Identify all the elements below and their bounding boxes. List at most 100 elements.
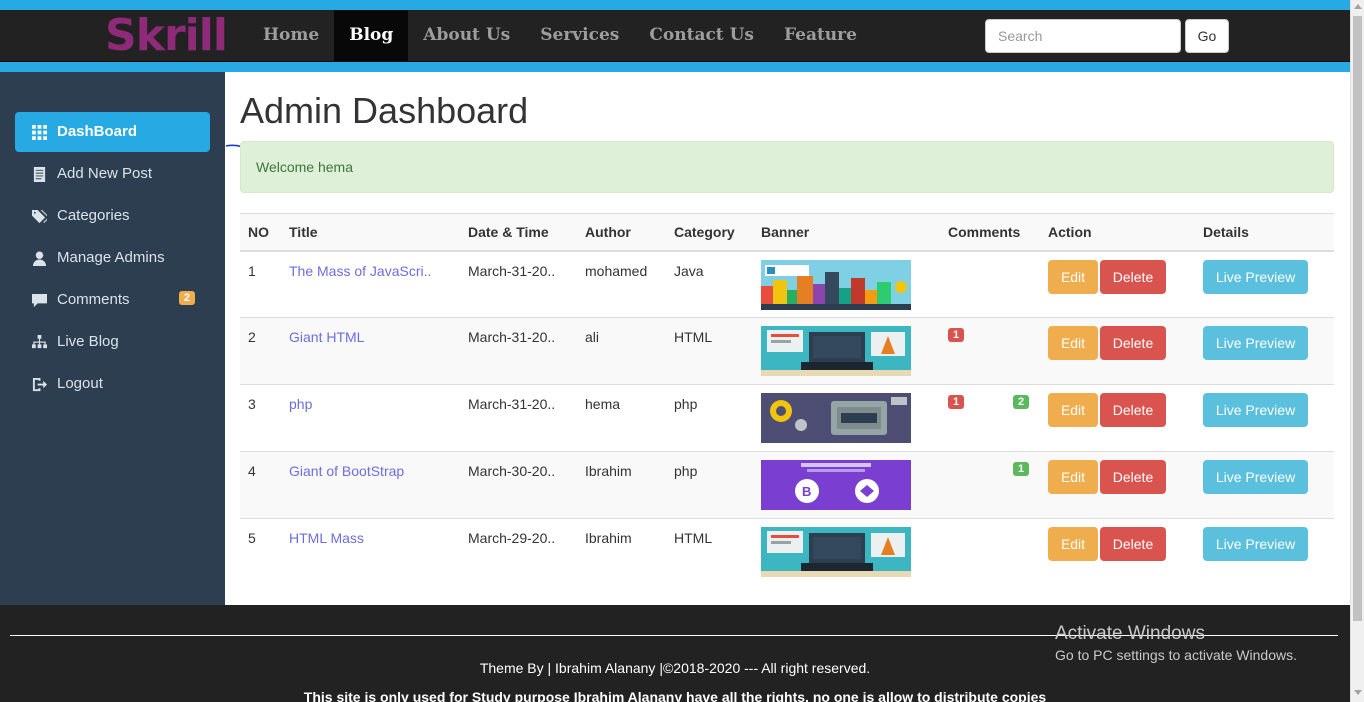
live-preview-button[interactable]: Live Preview bbox=[1203, 326, 1308, 360]
approved-comments-badge: 1 bbox=[1013, 462, 1030, 476]
sidebar-item-label: Live Blog bbox=[57, 333, 119, 350]
sidebar-item-label: Manage Admins bbox=[57, 249, 165, 266]
sidebar-item-label: Categories bbox=[57, 207, 130, 224]
comments-cell: 1 2 bbox=[940, 384, 1040, 452]
welcome-alert: Welcome hema bbox=[240, 141, 1334, 193]
nav-about-us[interactable]: About Us bbox=[408, 10, 525, 62]
column-header: Comments bbox=[940, 213, 1040, 252]
scrollbar-thumb[interactable] bbox=[1353, 16, 1362, 621]
column-header: Date & Time bbox=[460, 213, 577, 252]
post-title-cell: Giant of BootStrap bbox=[281, 451, 460, 519]
column-header: Category bbox=[666, 213, 753, 252]
live-preview-button[interactable]: Live Preview bbox=[1203, 393, 1308, 427]
action-cell: Edit Delete bbox=[1040, 451, 1195, 519]
activate-windows-watermark: Activate Windows Go to PC settings to ac… bbox=[1055, 623, 1297, 663]
edit-button[interactable]: Edit bbox=[1048, 393, 1098, 427]
delete-button[interactable]: Delete bbox=[1100, 326, 1166, 360]
edit-button[interactable]: Edit bbox=[1048, 527, 1098, 561]
scroll-up-arrow-icon[interactable] bbox=[1354, 4, 1362, 9]
sidebar-item-manage-admins[interactable]: Manage Admins bbox=[15, 238, 210, 278]
nav-services[interactable]: Services bbox=[525, 10, 634, 62]
document-icon bbox=[29, 166, 49, 182]
action-cell: Edit Delete bbox=[1040, 317, 1195, 385]
post-date: March-31-20.. bbox=[460, 317, 577, 385]
sidebar-item-logout[interactable]: Logout bbox=[15, 364, 210, 404]
search-input[interactable] bbox=[985, 19, 1181, 53]
scroll-down-arrow-icon[interactable] bbox=[1354, 690, 1362, 695]
live-preview-button[interactable]: Live Preview bbox=[1203, 259, 1308, 294]
post-title-link[interactable]: Giant HTML bbox=[289, 329, 364, 345]
live-preview-button[interactable]: Live Preview bbox=[1203, 527, 1308, 561]
sidebar-item-categories[interactable]: Categories bbox=[15, 196, 210, 236]
delete-button[interactable]: Delete bbox=[1100, 259, 1166, 294]
post-title-link[interactable]: Giant of BootStrap bbox=[289, 463, 404, 479]
post-date: March-30-20.. bbox=[460, 451, 577, 519]
watermark-subtitle: Go to PC settings to activate Windows. bbox=[1055, 647, 1297, 663]
sidebar-item-label: Comments bbox=[57, 291, 130, 308]
php-banner-image bbox=[761, 393, 911, 443]
edit-button[interactable]: Edit bbox=[1048, 326, 1098, 360]
details-cell: Live Preview bbox=[1195, 451, 1334, 519]
post-author: hema bbox=[577, 384, 666, 452]
delete-button[interactable]: Delete bbox=[1100, 527, 1166, 561]
delete-button[interactable]: Delete bbox=[1100, 460, 1166, 494]
details-cell: Live Preview bbox=[1195, 250, 1334, 318]
sitemap-icon bbox=[29, 334, 49, 350]
nav-feature[interactable]: Feature bbox=[769, 10, 872, 62]
comments-cell bbox=[940, 250, 1040, 318]
post-date: March-31-20.. bbox=[460, 250, 577, 318]
sidebar-item-live-blog[interactable]: Live Blog bbox=[15, 322, 210, 362]
post-title-cell: HTML Mass bbox=[281, 518, 460, 586]
row-number: 4 bbox=[240, 451, 281, 519]
action-cell: Edit Delete bbox=[1040, 250, 1195, 318]
post-category: HTML bbox=[666, 317, 753, 385]
post-author: Ibrahim bbox=[577, 451, 666, 519]
dashboard-grid-icon bbox=[29, 124, 49, 140]
delete-button[interactable]: Delete bbox=[1100, 393, 1166, 427]
post-title-link[interactable]: The Mass of JavaScri.. bbox=[289, 263, 431, 279]
nav-contact-us[interactable]: Contact Us bbox=[634, 10, 769, 62]
sidebar-item-dashboard[interactable]: DashBoard bbox=[15, 112, 210, 152]
nav-blog[interactable]: Blog bbox=[334, 10, 409, 62]
post-category: php bbox=[666, 451, 753, 519]
sidebar: DashBoard Add New Post Categories Manage… bbox=[0, 72, 225, 605]
banner-cell bbox=[753, 518, 940, 586]
sidebar-item-comments[interactable]: Comments 2 bbox=[15, 280, 210, 320]
comment-icon bbox=[29, 292, 49, 308]
live-preview-button[interactable]: Live Preview bbox=[1203, 460, 1308, 494]
vertical-scrollbar[interactable] bbox=[1350, 0, 1364, 702]
table-row: 5 HTML Mass March-29-20.. Ibrahim HTML E… bbox=[240, 518, 1334, 586]
row-number: 2 bbox=[240, 317, 281, 385]
post-title-link[interactable]: HTML Mass bbox=[289, 530, 364, 546]
column-header: Banner bbox=[753, 213, 940, 252]
column-header: Author bbox=[577, 213, 666, 252]
navbar: Skrill Home Blog About Us Services Conta… bbox=[0, 10, 1350, 62]
action-cell: Edit Delete bbox=[1040, 518, 1195, 586]
bootstrap-banner-image: B bbox=[761, 460, 911, 510]
column-header: Details bbox=[1195, 213, 1334, 252]
table-row: 1 The Mass of JavaScri.. March-31-20.. m… bbox=[240, 250, 1334, 318]
details-cell: Live Preview bbox=[1195, 384, 1334, 452]
sidebar-item-label: DashBoard bbox=[57, 123, 138, 140]
brand-logo[interactable]: Skrill bbox=[105, 10, 228, 62]
tags-icon bbox=[29, 208, 49, 224]
post-title-cell: The Mass of JavaScri.. bbox=[281, 250, 460, 318]
action-cell: Edit Delete bbox=[1040, 384, 1195, 452]
posts-table: NO Title Date & Time Author Category Ban… bbox=[240, 213, 1334, 586]
main-nav: Home Blog About Us Services Contact Us F… bbox=[248, 10, 872, 62]
post-category: HTML bbox=[666, 518, 753, 586]
edit-button[interactable]: Edit bbox=[1048, 259, 1098, 294]
column-header: Action bbox=[1040, 213, 1195, 252]
search-go-button[interactable]: Go bbox=[1185, 19, 1229, 53]
post-category: php bbox=[666, 384, 753, 452]
page-title: Admin Dashboard bbox=[240, 90, 529, 131]
javascript-banner-image bbox=[761, 259, 911, 310]
row-number: 3 bbox=[240, 384, 281, 452]
column-header: Title bbox=[281, 213, 460, 252]
banner-cell bbox=[753, 250, 940, 318]
post-title-link[interactable]: php bbox=[289, 396, 312, 412]
nav-home[interactable]: Home bbox=[248, 10, 334, 62]
edit-button[interactable]: Edit bbox=[1048, 460, 1098, 494]
watermark-title: Activate Windows bbox=[1055, 623, 1205, 644]
sidebar-item-add-new-post[interactable]: Add New Post bbox=[15, 154, 210, 194]
